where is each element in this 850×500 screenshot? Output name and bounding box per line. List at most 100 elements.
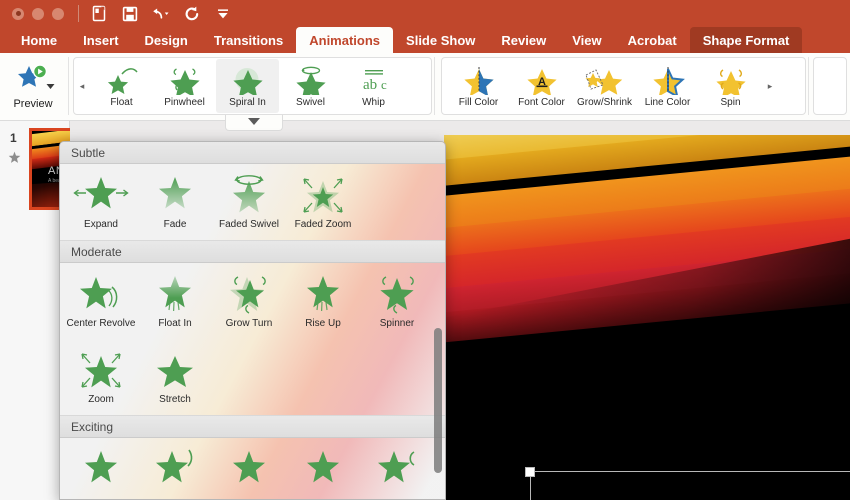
powerpoint-window: Home Insert Design Transitions Animation… [0,0,850,500]
section-header-subtle: Subtle [60,142,445,164]
tab-shape-format[interactable]: Shape Format [689,27,803,53]
section-header-exciting: Exciting [60,416,445,438]
anim-grow-turn[interactable]: Grow Turn [212,263,286,339]
anim-faded-swivel[interactable]: Faded Swivel [212,164,286,240]
redo-icon[interactable] [183,5,201,23]
anim-rise-up[interactable]: Rise Up [286,263,360,339]
animation-indicator-icon[interactable] [8,151,21,169]
preview-icon-wrap [13,63,55,97]
new-presentation-icon[interactable] [90,5,108,23]
gallery-scroll-left-button[interactable]: ◂ [74,58,90,114]
star-font-color-icon: A [522,65,562,96]
ribbon-anim-spiral-in-label: Spiral In [229,96,266,108]
animation-gallery-dropdown: Subtle Expand Fade Faded Swivel Faded Zo… [59,141,446,500]
ribbon-emph-fill-color[interactable]: Fill Color [447,59,510,113]
anim-spinner[interactable]: Spinner [360,263,434,339]
tab-animations[interactable]: Animations [296,27,394,53]
ribbon-emph-grow-shrink[interactable]: Grow/Shrink [573,59,636,113]
star-spiral-in-icon [228,65,268,96]
emphasis-gallery-group: Fill Color A Font Color Grow/Shrink Line… [441,57,806,115]
star-spin-icon [711,65,751,96]
anim-rise-up-label: Rise Up [305,318,341,329]
anim-zoom[interactable]: Zoom [64,339,138,415]
resize-handle[interactable] [525,467,535,477]
customize-toolbar-icon[interactable] [214,5,232,23]
slide-number: 1 [10,131,17,145]
anim-float-in[interactable]: Float In [138,263,212,339]
ribbon-anim-whip[interactable]: ab c Whip [342,59,405,113]
star-fill-color-icon [459,65,499,96]
anim-faded-swivel-label: Faded Swivel [218,219,280,230]
tab-transitions[interactable]: Transitions [201,27,296,53]
preview-label: Preview [13,97,53,110]
anim-float-in-label: Float In [158,318,192,329]
minimize-button[interactable] [32,7,44,20]
slide-black-base [444,361,850,500]
dropdown-scrollbar-thumb[interactable] [434,328,442,473]
ribbon-anim-pinwheel[interactable]: Pinwheel [153,59,216,113]
anim-stretch[interactable]: Stretch [138,339,212,415]
ribbon-emph-fill-color-label: Fill Color [458,96,499,108]
selection-guide-horizontal [535,471,850,472]
section-subtle-row-1: Expand Fade Faded Swivel Faded Zoom [60,164,445,240]
anim-fade[interactable]: Fade [138,164,212,240]
dropdown-scrollbar-track[interactable] [433,168,443,498]
ribbon-anim-spiral-in[interactable]: Spiral In [216,59,279,113]
tab-review[interactable]: Review [488,27,559,53]
ribbon-emph-line-color-label: Line Color [644,96,691,108]
chevron-down-icon [248,118,260,125]
tab-acrobat[interactable]: Acrobat [615,27,690,53]
animations-gallery-group: ◂ Float Pinwheel Spiral In Swivel ab c W… [73,57,432,115]
anim-center-revolve[interactable]: Center Revolve [64,263,138,339]
zoom-button[interactable] [52,7,64,20]
tab-design[interactable]: Design [132,27,201,53]
anim-center-revolve-label: Center Revolve [66,318,136,329]
anim-empty-3 [360,339,434,415]
save-icon[interactable] [121,5,139,23]
current-slide[interactable] [444,135,850,500]
preview-button[interactable]: Preview [0,55,66,117]
anim-exciting-4[interactable] [286,438,360,499]
section-moderate-row-1: Center Revolve Float In Grow Turn Rise U… [60,263,445,339]
anim-faded-zoom[interactable]: Faded Zoom [286,164,360,240]
star-partial-icon-1 [72,444,130,494]
ribbon-emph-spin[interactable]: Spin [699,59,762,113]
star-partial-icon-2 [146,444,204,494]
star-swivel-icon [291,65,331,96]
anim-empty-2 [286,339,360,415]
close-button[interactable] [12,7,24,20]
svg-text:c: c [381,77,387,92]
anim-zoom-label: Zoom [88,394,114,405]
ribbon-emph-spin-label: Spin [720,96,741,108]
anim-grow-turn-label: Grow Turn [225,318,273,329]
undo-icon[interactable] [152,5,170,23]
anim-exciting-5[interactable] [360,438,434,499]
tab-slide-show[interactable]: Slide Show [393,27,488,53]
tab-insert[interactable]: Insert [70,27,131,53]
svg-text:ab: ab [363,77,377,93]
anim-expand[interactable]: Expand [64,164,138,240]
section-exciting-row-1 [60,438,445,499]
anim-exciting-1[interactable] [64,438,138,499]
star-faded-zoom-icon [294,170,352,220]
more-animations-button[interactable] [225,115,283,131]
star-expand-icon [72,170,130,220]
ribbon-divider-1 [68,57,69,115]
tab-view[interactable]: View [559,27,614,53]
tab-home[interactable]: Home [8,27,70,53]
ribbon-anim-swivel[interactable]: Swivel [279,59,342,113]
gallery-scroll-right-button[interactable]: ▸ [762,58,778,114]
ribbon-divider-3 [808,57,809,115]
star-float-icon [102,65,142,96]
preview-dropdown-caret[interactable] [46,77,55,95]
star-stretch-icon [146,345,204,395]
anim-exciting-2[interactable] [138,438,212,499]
ribbon-anim-float[interactable]: Float [90,59,153,113]
ribbon-emph-font-color[interactable]: A Font Color [510,59,573,113]
star-faded-swivel-icon [220,170,278,220]
ribbon-emph-font-color-label: Font Color [518,96,565,108]
anim-exciting-3[interactable] [212,438,286,499]
ribbon-emph-line-color[interactable]: Line Color [636,59,699,113]
title-bar [0,0,850,27]
ribbon-anim-float-label: Float [110,96,133,108]
